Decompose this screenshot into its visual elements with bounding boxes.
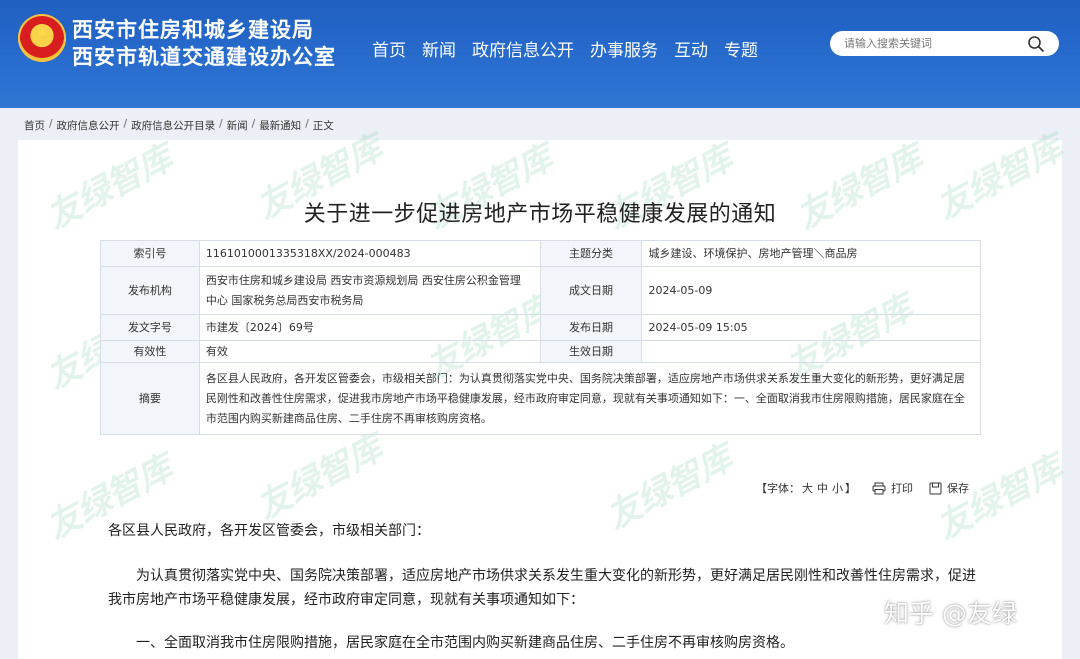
national-emblem-icon: ★ <box>18 14 66 62</box>
print-button[interactable]: 打印 <box>872 480 913 496</box>
doc-number-label: 发文字号 <box>100 314 200 341</box>
search-icon[interactable] <box>1027 35 1045 53</box>
effective-date-value <box>641 340 981 363</box>
print-label: 打印 <box>891 482 913 495</box>
printer-icon <box>872 482 886 494</box>
zhihu-watermark: 知乎 @友绿 <box>884 599 1017 628</box>
save-icon <box>929 482 942 494</box>
nav-topics[interactable]: 专题 <box>724 36 758 61</box>
search-box <box>830 31 1059 56</box>
index-value: 1161010001335318XX/2024-000483 <box>198 240 541 267</box>
breadcrumb-separator: / <box>123 118 128 130</box>
font-size-close: 】 <box>845 482 856 495</box>
category-label: 主题分类 <box>539 240 643 267</box>
breadcrumb-gov-info-catalog[interactable]: 政府信息公开目录 <box>131 118 215 133</box>
nav-gov-info[interactable]: 政府信息公开 <box>472 36 574 61</box>
created-date-value: 2024-05-09 <box>641 266 981 315</box>
breadcrumb-home[interactable]: 首页 <box>24 118 45 133</box>
nav-home[interactable]: 首页 <box>372 36 406 61</box>
breadcrumb-gov-info[interactable]: 政府信息公开 <box>57 118 120 133</box>
body-paragraph: 一、全面取消我市住房限购措施，居民家庭在全市范围内购买新建商品住房、二手住房不再… <box>136 635 794 651</box>
issuer-value-line2: 中心 国家税务总局西安市税务局 <box>205 293 364 307</box>
index-label: 索引号 <box>100 240 200 267</box>
summary-value: 各区县人民政府，各开发区管委会，市级相关部门：为认真贯彻落实党中央、国务院决策部… <box>198 362 982 435</box>
breadcrumb-separator: / <box>251 118 256 130</box>
published-date-value: 2024-05-09 15:05 <box>641 314 981 341</box>
font-size-label: 【字体： <box>756 482 800 495</box>
validity-label: 有效性 <box>100 340 200 363</box>
nav-services[interactable]: 办事服务 <box>590 36 658 61</box>
body-paragraph: 为认真贯彻落实党中央、国务院决策部署，适应房地产市场供求关系发生重大变化的新形势… <box>108 568 976 608</box>
breadcrumb-news[interactable]: 新闻 <box>227 118 248 133</box>
font-size-large[interactable]: 大 <box>802 480 813 496</box>
issuer-value: 西安市住房和城乡建设局 西安市资源规划局 西安住房公积金管理 中心 国家税务总局… <box>198 266 541 315</box>
issuer-value-line1: 西安市住房和城乡建设局 西安市资源规划局 西安住房公积金管理 <box>205 273 521 287</box>
font-size-medium[interactable]: 中 <box>817 480 828 496</box>
effective-date-label: 生效日期 <box>539 340 643 363</box>
article-title: 关于进一步促进房地产市场平稳健康发展的通知 <box>303 202 777 227</box>
org-name-line2: 西安市轨道交通建设办公室 <box>72 45 336 69</box>
document-info-table: 索引号 1161010001335318XX/2024-000483 主题分类 … <box>100 240 982 435</box>
save-button[interactable]: 保存 <box>929 480 969 496</box>
breadcrumb-separator: / <box>49 118 53 130</box>
breadcrumb-current: 正文 <box>312 120 334 132</box>
validity-value: 有效 <box>198 340 541 363</box>
summary-label: 摘要 <box>100 362 200 435</box>
salutation: 各区县人民政府，各开发区管委会，市级相关部门： <box>108 523 430 539</box>
nav-interact[interactable]: 互动 <box>674 36 708 61</box>
published-date-label: 发布日期 <box>539 314 643 341</box>
breadcrumb-latest-notice[interactable]: 最新通知 <box>259 118 301 133</box>
issuer-label: 发布机构 <box>100 266 200 315</box>
save-label: 保存 <box>947 482 969 495</box>
nav-news[interactable]: 新闻 <box>422 36 456 61</box>
search-input[interactable] <box>844 34 1024 53</box>
created-date-label: 成文日期 <box>539 266 643 315</box>
font-size-small[interactable]: 小 <box>832 480 843 496</box>
main-nav: 首页 新闻 政府信息公开 办事服务 互动 专题 <box>372 36 774 61</box>
breadcrumb-separator: / <box>219 118 223 130</box>
article-tools: 【字体： 大 中 小 】 打印 保存 <box>756 480 969 496</box>
category-value: 城乡建设、环境保护、房地产管理＼商品房 <box>641 240 981 267</box>
doc-number-value: 市建发〔2024〕69号 <box>198 314 541 341</box>
org-name-line1: 西安市住房和城乡建设局 <box>72 18 314 42</box>
breadcrumb: 首页 / 政府信息公开 / 政府信息公开目录 / 新闻 / 最新通知 / 正文 <box>24 118 334 133</box>
breadcrumb-separator: / <box>305 118 309 130</box>
site-header: ★ 西安市住房和城乡建设局 西安市轨道交通建设办公室 首页 新闻 政府信息公开 … <box>0 0 1080 108</box>
